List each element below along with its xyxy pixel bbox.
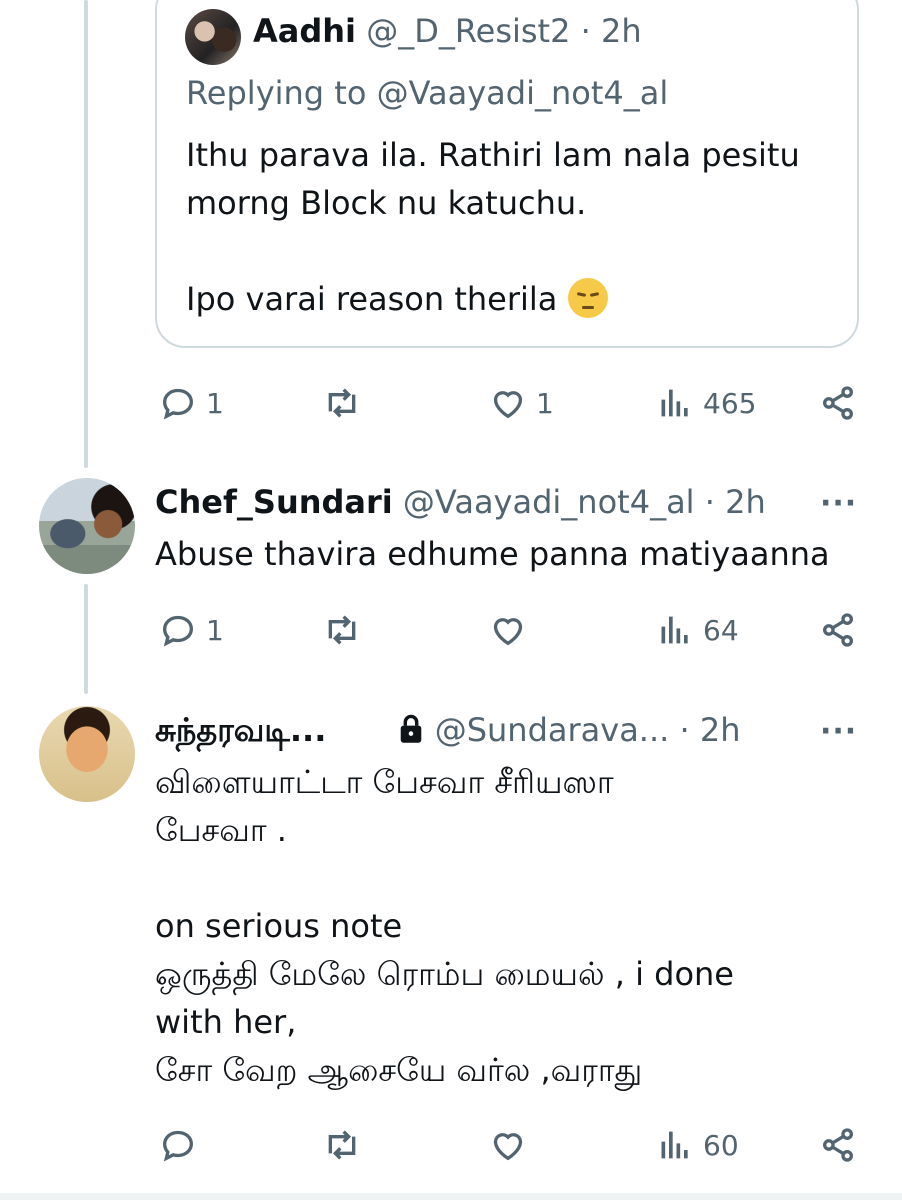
body-line: Ipo varai reason therila — [186, 280, 558, 318]
avatar[interactable] — [39, 706, 135, 802]
avatar[interactable] — [185, 9, 241, 65]
views-button[interactable]: 465 — [655, 378, 756, 428]
divider — [0, 1193, 902, 1200]
share-icon — [823, 386, 853, 420]
body-line: morng Block nu katuchu. — [186, 184, 587, 222]
view-count: 60 — [703, 1128, 739, 1162]
like-button[interactable] — [488, 605, 536, 655]
display-name[interactable]: Chef_Sundari — [155, 483, 393, 521]
tweet-actions: 60 — [0, 1120, 902, 1170]
reply-button[interactable] — [158, 1120, 206, 1170]
reply-icon — [162, 388, 194, 420]
avatar[interactable] — [39, 478, 135, 574]
body-line: on serious note — [155, 907, 403, 945]
body-line — [155, 854, 855, 902]
analytics-icon — [661, 616, 688, 644]
lock-icon — [397, 713, 425, 753]
tweet-body: Abuse thavira edhume panna matiyaanna — [155, 535, 830, 573]
timestamp[interactable]: · 2h — [679, 711, 740, 749]
share-icon — [823, 1128, 853, 1162]
quoted-tweet-body: Ithu parava ila. Rathiri lam nala pesitu… — [186, 131, 846, 323]
handle[interactable]: @Vaayadi_not4_al — [403, 483, 695, 521]
pensive-face-emoji-icon — [567, 278, 608, 318]
retweet-button[interactable] — [322, 605, 370, 655]
retweet-icon — [328, 388, 356, 418]
like-button[interactable] — [488, 1120, 536, 1170]
body-line: with her, — [155, 1003, 297, 1041]
timestamp[interactable]: · 2h — [705, 483, 766, 521]
share-button[interactable] — [818, 378, 858, 428]
reply-button[interactable]: 1 — [158, 378, 224, 428]
display-name[interactable]: Aadhi — [253, 12, 356, 50]
timestamp[interactable]: · 2h — [581, 12, 642, 50]
analytics-icon — [661, 389, 688, 417]
reply-icon — [162, 615, 194, 647]
reply-count: 1 — [206, 386, 224, 420]
body-line: Ithu parava ila. Rathiri lam nala pesitu — [186, 136, 800, 174]
retweet-button[interactable] — [322, 1120, 370, 1170]
reply-icon — [162, 1130, 194, 1162]
handle[interactable]: @Sundarava... — [435, 711, 670, 749]
heart-icon — [493, 1133, 523, 1161]
views-button[interactable]: 64 — [655, 605, 739, 655]
more-options-icon[interactable]: ··· — [820, 714, 857, 749]
view-count: 64 — [703, 613, 739, 647]
tweet-header: Chef_Sundari @Vaayadi_not4_al · 2h — [155, 483, 766, 521]
quoted-tweet-header: Aadhi @_D_Resist2 · 2h — [253, 12, 642, 50]
more-options-icon[interactable]: ··· — [820, 486, 857, 521]
heart-icon — [493, 618, 523, 646]
share-button[interactable] — [818, 605, 858, 655]
share-icon — [823, 613, 853, 647]
heart-icon — [493, 391, 523, 419]
body-line: விளையாட்டா பேசவா சீரியஸா — [155, 763, 614, 801]
share-button[interactable] — [818, 1120, 858, 1170]
body-line: சோ வேற ஆசையே வர்ல ,வராது — [155, 1051, 643, 1089]
like-count: 1 — [536, 386, 554, 420]
display-name[interactable]: சுந்தரவடி... — [155, 711, 326, 749]
tweet-actions: 1 64 — [0, 605, 902, 655]
view-count: 465 — [703, 386, 757, 420]
views-button[interactable]: 60 — [655, 1120, 739, 1170]
tweet-body: விளையாட்டா பேசவா சீரியஸா பேசவா . on seriou… — [155, 758, 855, 1094]
body-line: ஒருத்தி மேலே ரொம்ப மையல் , i done — [155, 955, 734, 993]
retweet-button[interactable] — [322, 378, 370, 428]
like-button[interactable]: 1 — [488, 378, 554, 428]
reply-button[interactable]: 1 — [158, 605, 224, 655]
retweet-icon — [328, 1130, 356, 1160]
tweet-header: சுந்தரவடி... @Sundarava... · 2h — [155, 711, 740, 753]
reply-count: 1 — [206, 613, 224, 647]
handle[interactable]: @_D_Resist2 — [366, 12, 570, 50]
replying-to: Replying to @Vaayadi_not4_al — [186, 74, 669, 112]
retweet-icon — [328, 615, 356, 645]
analytics-icon — [661, 1131, 688, 1159]
tweet-actions: 1 1 465 — [0, 378, 902, 428]
body-line: பேசவா . — [155, 811, 287, 849]
